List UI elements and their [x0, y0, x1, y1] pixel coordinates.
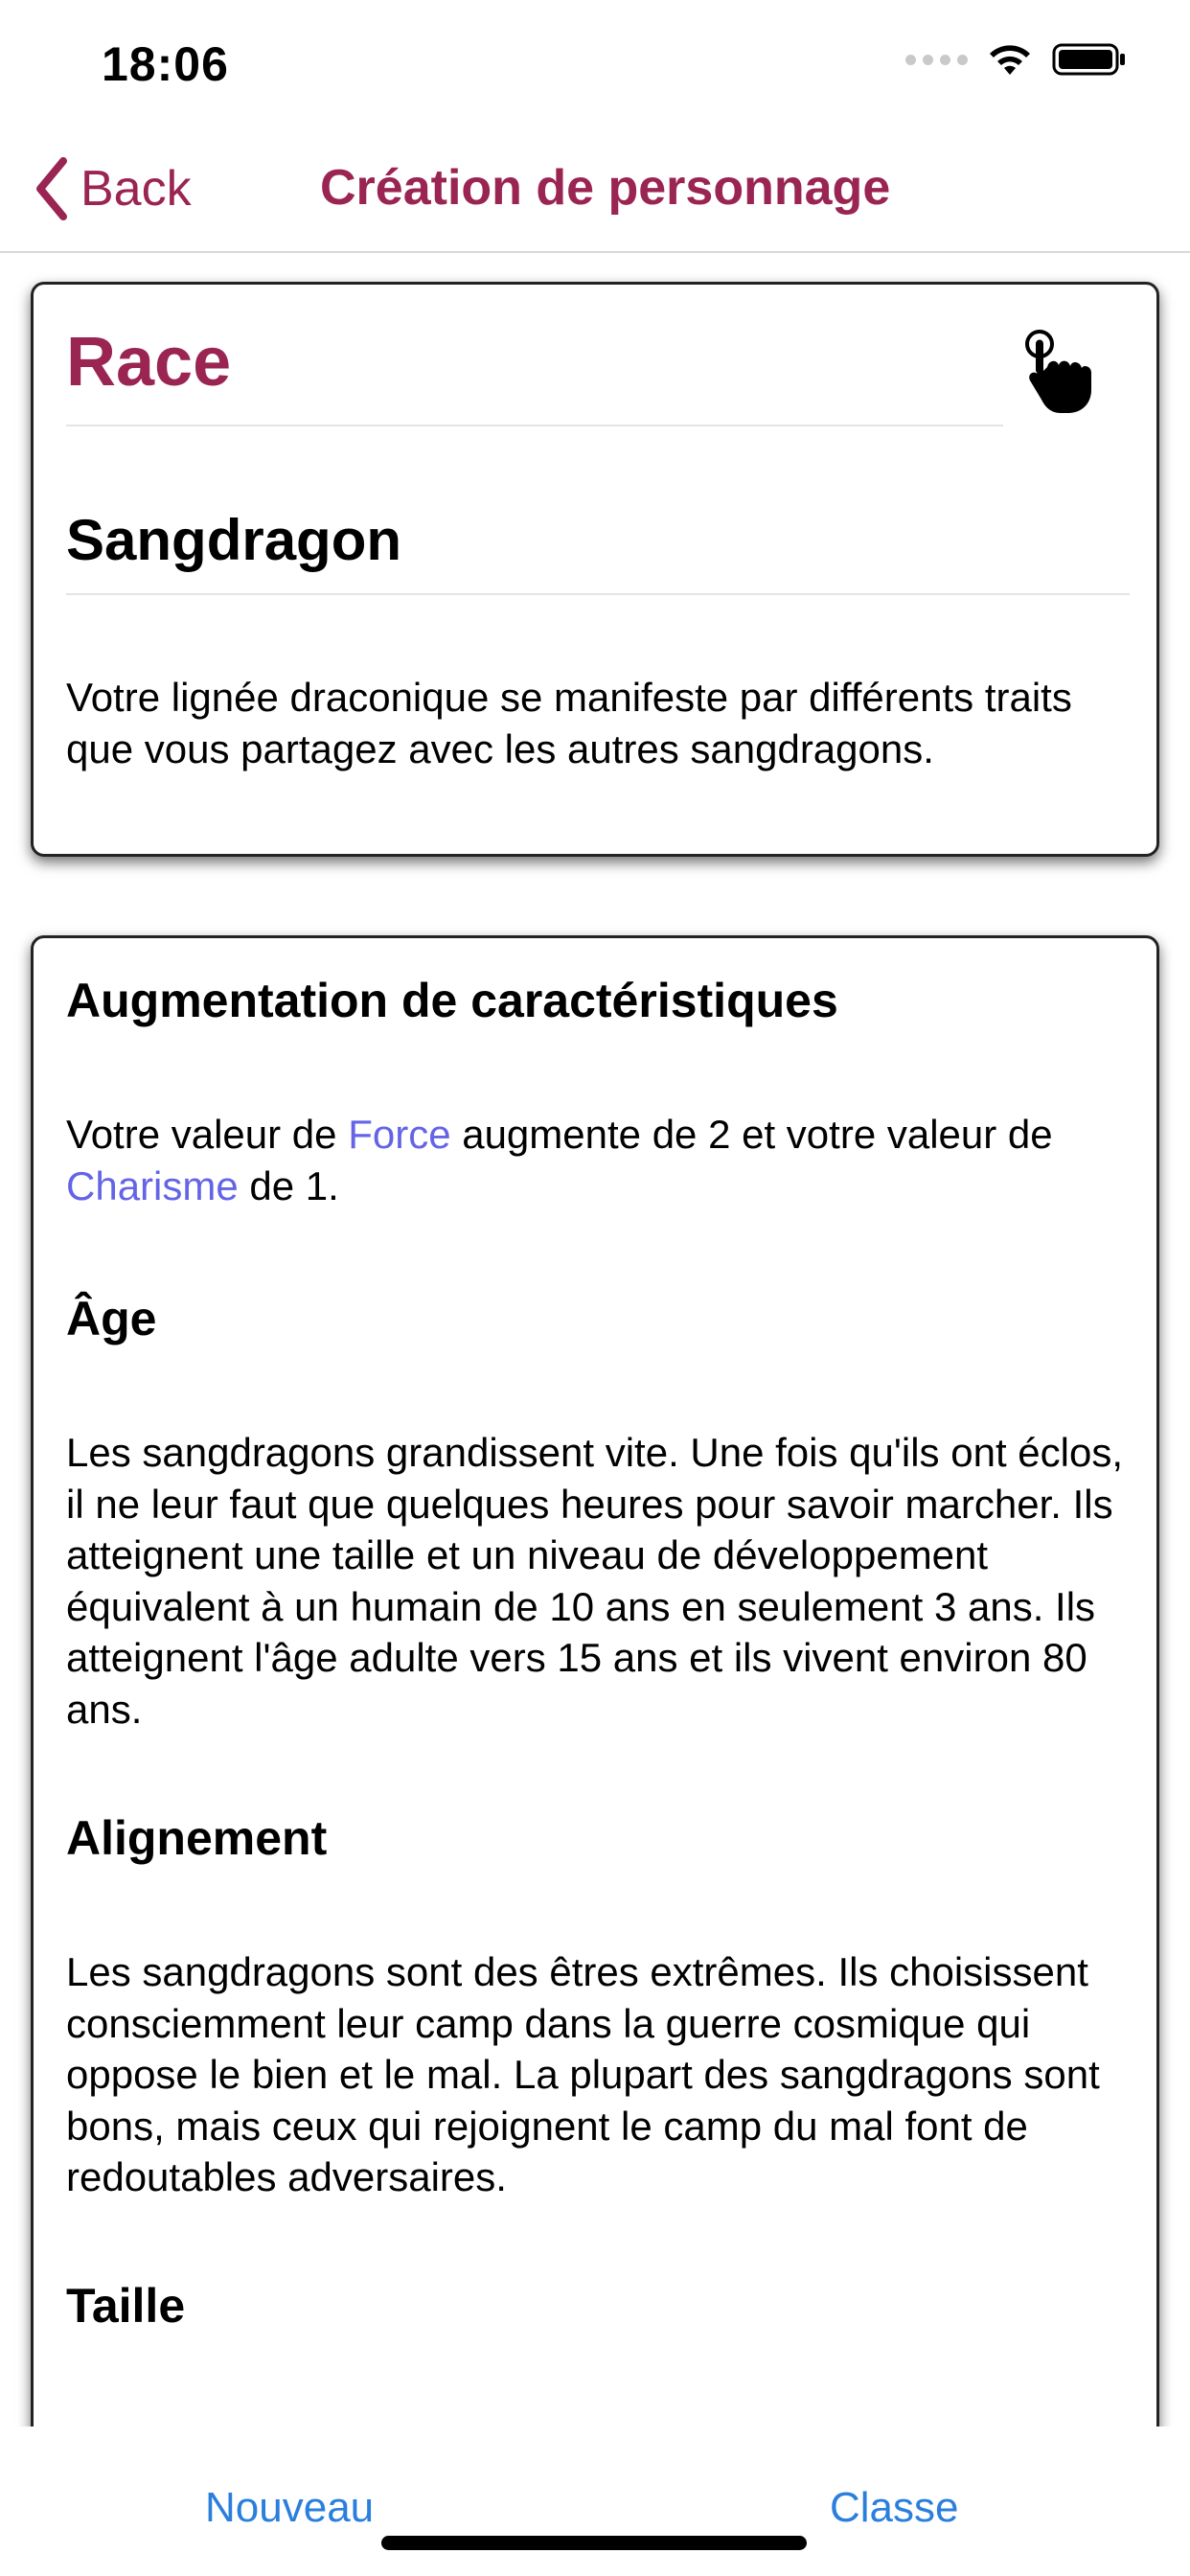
tap-hand-icon[interactable] — [1018, 323, 1107, 419]
class-button[interactable]: Classe — [830, 2484, 959, 2532]
race-name: Sangdragon — [66, 508, 402, 572]
race-card: Race Sangdragon Votre lignée draconique … — [31, 282, 1159, 857]
traits-card: Augmentation de caractéristiques Votre v… — [31, 935, 1159, 2576]
back-button[interactable]: Back — [33, 157, 192, 220]
screen: 18:06 Back Création de personnage Race S… — [0, 0, 1190, 2576]
status-bar: 18:06 — [0, 0, 1190, 134]
page-title: Création de personnage — [320, 160, 891, 216]
divider — [66, 593, 1130, 595]
race-heading: Race — [66, 324, 232, 401]
trait-title-age: Âge — [66, 1292, 157, 1346]
race-description: Votre lignée draconique se manifeste par… — [66, 675, 1072, 771]
trait-text-age: Les sangdragons grandissent vite. Une fo… — [66, 1430, 1123, 1732]
divider — [66, 425, 1003, 426]
chevron-left-icon — [36, 157, 67, 220]
home-indicator[interactable] — [381, 2536, 807, 2550]
back-label: Back — [80, 161, 192, 217]
new-button[interactable]: Nouveau — [205, 2484, 374, 2532]
trait-title-alignment: Alignement — [66, 1811, 328, 1865]
ability-text-part: de 1. — [238, 1162, 339, 1208]
trait-title-ability: Augmentation de caractéristiques — [66, 974, 838, 1027]
trait-text-ability: Votre valeur de Force augmente de 2 et v… — [66, 1109, 1130, 1211]
force-link[interactable]: Force — [348, 1112, 450, 1157]
ability-text-part: Votre valeur de — [66, 1112, 349, 1157]
battery-icon — [1052, 43, 1125, 76]
trait-text-alignment: Les sangdragons sont des êtres extrêmes.… — [66, 1949, 1100, 2199]
charisme-link[interactable]: Charisme — [66, 1163, 239, 1208]
trait-title-size: Taille — [66, 2279, 186, 2333]
signal-icon — [905, 54, 968, 65]
status-icons — [905, 42, 1127, 77]
status-time: 18:06 — [102, 37, 229, 91]
wifi-icon — [990, 45, 1030, 75]
bottom-toolbar: Nouveau Classe — [0, 2426, 1190, 2576]
ability-text-part: augmente de 2 et votre valeur de — [450, 1112, 1053, 1157]
navigation-bar: Back Création de personnage — [0, 134, 1190, 253]
